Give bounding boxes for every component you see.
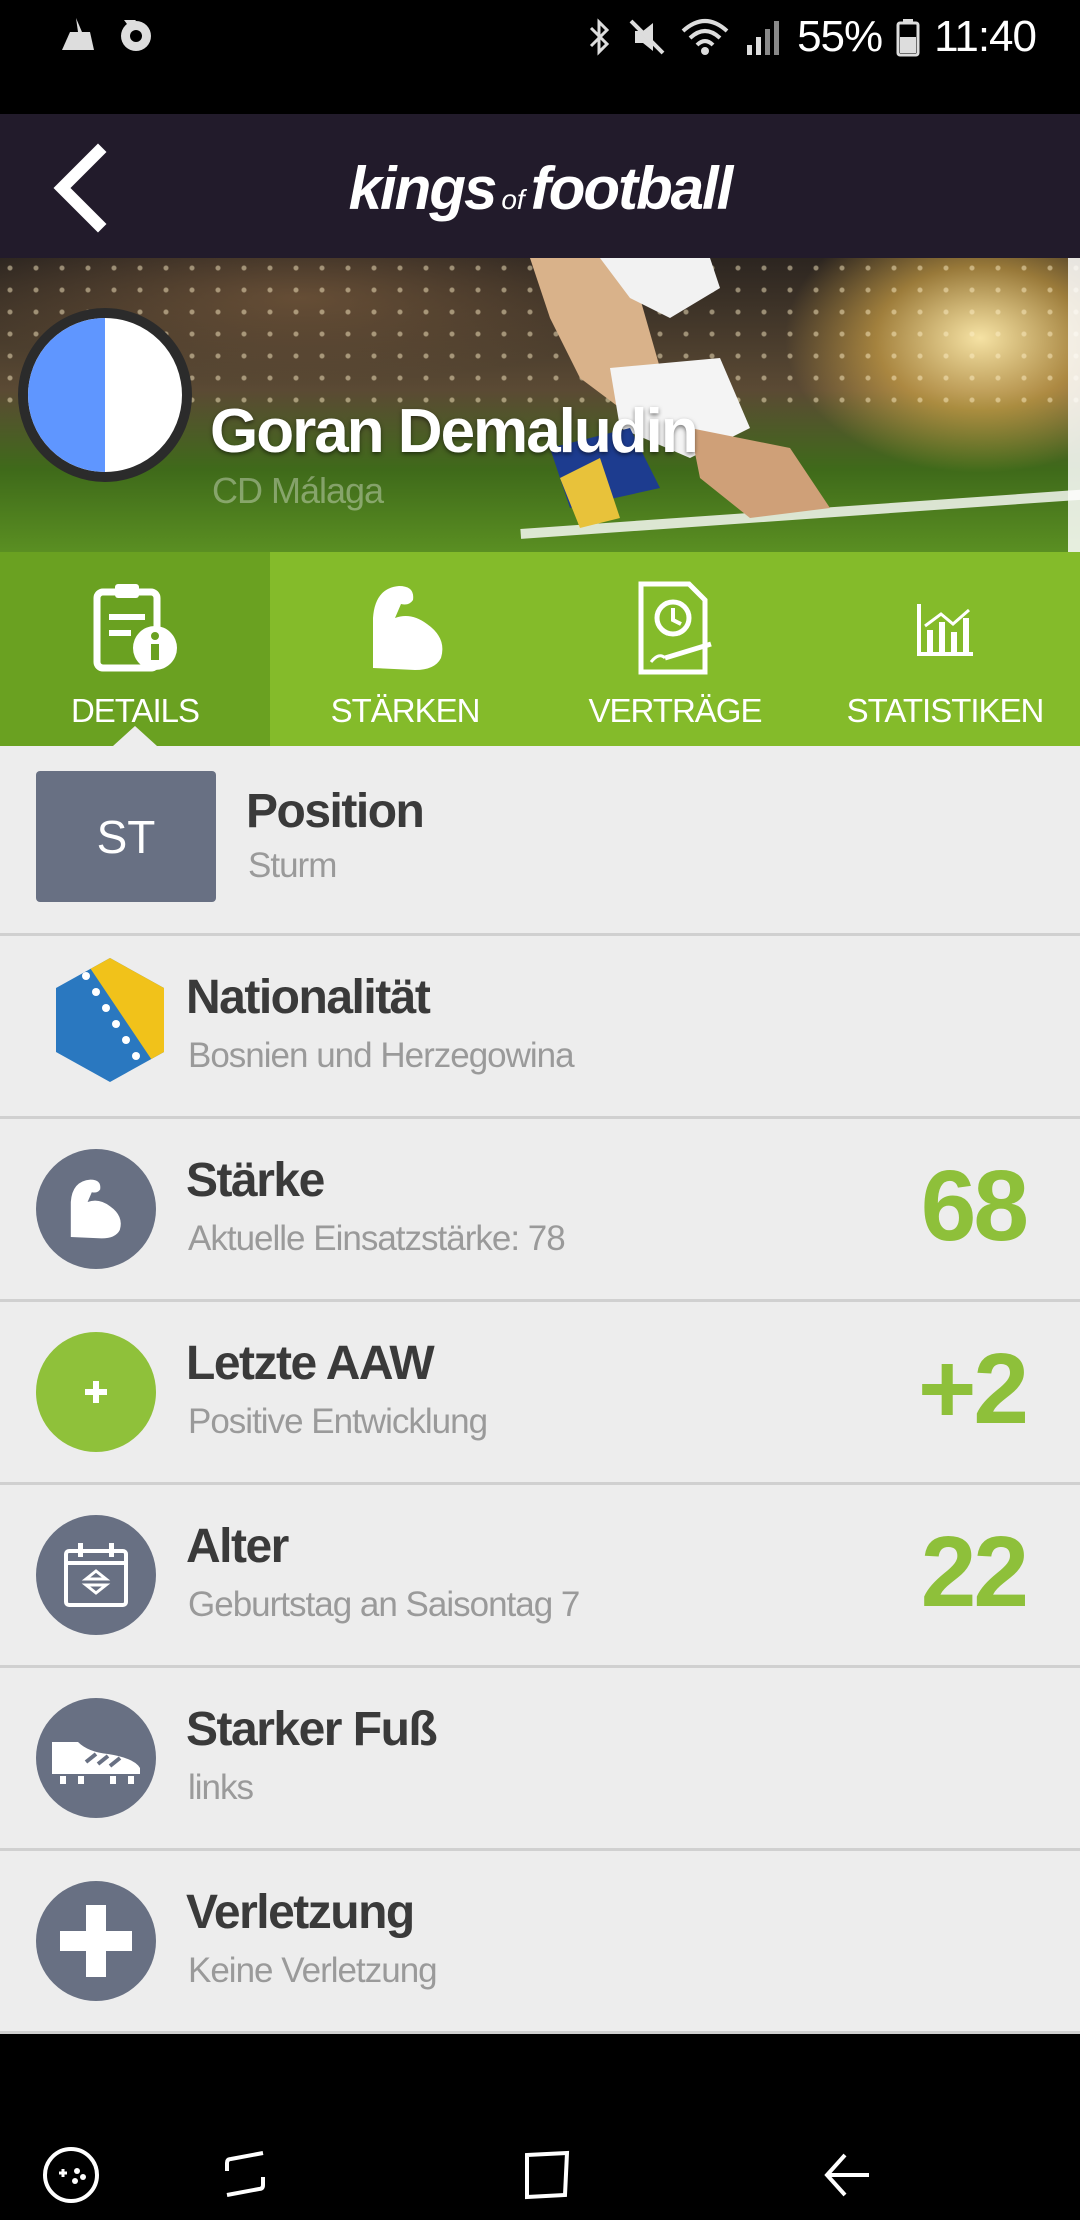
biceps-icon xyxy=(355,578,455,678)
medical-cross-icon xyxy=(36,1881,156,2001)
age-value: 22 xyxy=(920,1516,1029,1628)
bar-chart-icon xyxy=(895,578,995,678)
back-icon xyxy=(824,2153,869,2197)
gamepad-icon xyxy=(43,2147,99,2203)
recents-icon xyxy=(225,2151,265,2197)
tab-statistiken[interactable]: STATISTIKEN xyxy=(810,552,1080,746)
last-aaw-value: +2 xyxy=(917,1333,1029,1445)
age-title: Alter xyxy=(186,1520,289,1573)
biceps-icon xyxy=(36,1149,156,1269)
list-item-injury[interactable]: Verletzung Keine Verletzung xyxy=(0,1851,1080,2034)
status-bar: 55% 11:40 xyxy=(0,0,1080,114)
logo-of: of xyxy=(501,184,525,215)
player-name: Goran Demaludin xyxy=(210,397,699,466)
contract-clock-icon xyxy=(625,578,725,678)
cleaner-icon xyxy=(62,18,94,50)
tab-details[interactable]: DETAILS xyxy=(0,552,270,746)
signal-icon xyxy=(747,21,780,55)
system-back-button[interactable] xyxy=(810,2140,880,2210)
list-item-last-aaw[interactable]: Letzte AAW Positive Entwicklung +2 xyxy=(0,1302,1080,1485)
app-screen: 55% 11:40 kings of football Goran Demalu… xyxy=(0,0,1080,2220)
app-logo: kings of football xyxy=(0,154,1080,223)
nationality-title: Nationalität xyxy=(186,971,431,1024)
list-item-age[interactable]: Alter Geburtstag an Saisontag 7 22 xyxy=(0,1485,1080,1668)
list-item-position[interactable]: ST Position Sturm xyxy=(0,746,1080,936)
strong-foot-subtitle: links xyxy=(188,1768,254,1807)
home-button[interactable] xyxy=(510,2140,580,2210)
football-boot-icon xyxy=(36,1698,156,1818)
logo-kings: kings xyxy=(348,155,498,222)
injury-title: Verletzung xyxy=(186,1886,415,1939)
nationality-subtitle: Bosnien und Herzegowina xyxy=(188,1036,575,1075)
injury-subtitle: Keine Verletzung xyxy=(188,1951,438,1990)
home-square-icon xyxy=(525,2150,570,2200)
battery-icon xyxy=(896,19,920,57)
mute-icon xyxy=(629,19,665,55)
app-bar: kings of football xyxy=(0,114,1080,258)
battery-percent: 55% xyxy=(797,12,883,61)
header-scroll-indicator xyxy=(1068,258,1080,552)
list-item-strong-foot[interactable]: Starker Fuß links xyxy=(0,1668,1080,1851)
list-item-strength[interactable]: Stärke Aktuelle Einsatzstärke: 78 68 xyxy=(0,1119,1080,1302)
strength-value: 68 xyxy=(920,1150,1029,1262)
sync-icon xyxy=(121,20,151,51)
tab-staerken[interactable]: STÄRKEN xyxy=(270,552,540,746)
bluetooth-icon xyxy=(590,18,610,56)
tab-vertraege-label: VERTRÄGE xyxy=(588,692,763,729)
strength-title: Stärke xyxy=(186,1154,325,1207)
strong-foot-title: Starker Fuß xyxy=(186,1703,438,1756)
strength-subtitle: Aktuelle Einsatzstärke: 78 xyxy=(188,1219,566,1258)
last-aaw-title: Letzte AAW xyxy=(186,1337,435,1390)
club-avatar xyxy=(18,308,192,482)
tab-staerken-label: STÄRKEN xyxy=(330,692,481,729)
plus-icon xyxy=(36,1332,156,1452)
game-tools-button[interactable] xyxy=(36,2140,106,2210)
system-navigation-bar xyxy=(0,2034,1080,2220)
avatar-color-left xyxy=(28,318,105,472)
recent-apps-button[interactable] xyxy=(210,2140,280,2210)
position-subtitle: Sturm xyxy=(248,846,337,885)
tab-details-label: DETAILS xyxy=(70,692,200,729)
calendar-icon xyxy=(36,1515,156,1635)
last-aaw-subtitle: Positive Entwicklung xyxy=(188,1402,488,1441)
clock: 11:40 xyxy=(934,12,1037,61)
system-icons: 55% 11:40 xyxy=(587,12,1037,62)
notification-icons xyxy=(56,14,156,54)
details-list: ST Position Sturm Nationalität Bosnien u… xyxy=(0,746,1080,2034)
tab-bar: DETAILS STÄRKEN VERTRÄGE STATISTIKEN xyxy=(0,552,1080,746)
bosnia-flag-icon xyxy=(56,958,164,1082)
logo-football: football xyxy=(530,155,734,222)
position-title: Position xyxy=(246,785,425,838)
tab-vertraege[interactable]: VERTRÄGE xyxy=(540,552,810,746)
age-subtitle: Geburtstag an Saisontag 7 xyxy=(188,1585,580,1624)
list-item-nationality[interactable]: Nationalität Bosnien und Herzegowina xyxy=(0,936,1080,1119)
details-info-icon xyxy=(85,578,185,678)
player-club: CD Málaga xyxy=(212,470,384,511)
player-header: Goran Demaludin CD Málaga xyxy=(0,258,1080,552)
wifi-icon xyxy=(681,19,729,55)
tab-statistiken-label: STATISTIKEN xyxy=(846,692,1045,729)
position-chip: ST xyxy=(36,771,216,902)
